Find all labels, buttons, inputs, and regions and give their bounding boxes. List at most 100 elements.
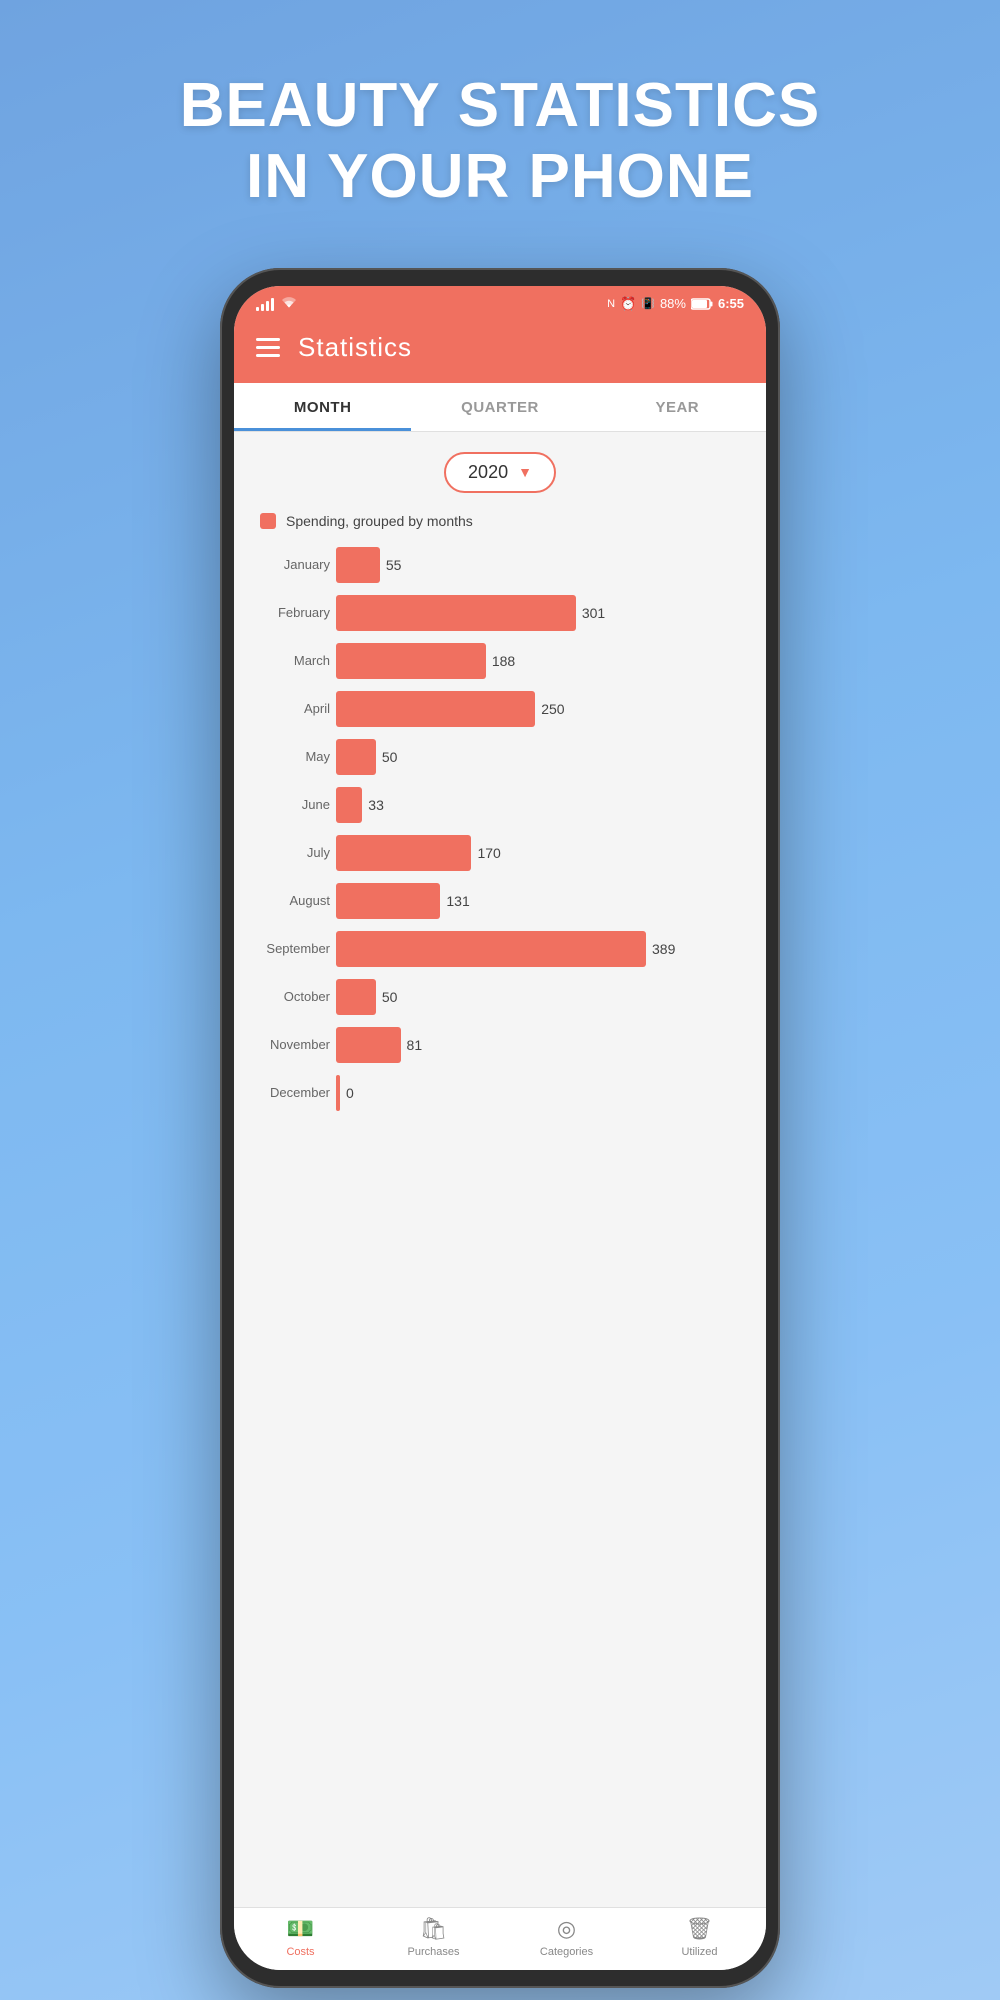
app-title: Statistics <box>298 332 412 363</box>
bar-value: 0 <box>346 1085 354 1101</box>
bar-container: 131 <box>336 883 750 919</box>
bar-fill <box>336 787 362 823</box>
nav-item-purchases[interactable]: 🛍 Purchases <box>367 1916 500 1958</box>
bar-row: March 188 <box>250 643 750 679</box>
hero-title: BEAUTY STATISTICS IN YOUR PHONE <box>180 70 820 213</box>
battery-percent: 88% <box>660 296 686 311</box>
status-left <box>256 297 298 311</box>
menu-button[interactable] <box>256 338 280 357</box>
bar-value: 188 <box>492 653 515 669</box>
bar-fill <box>336 643 486 679</box>
bar-value: 55 <box>386 557 402 573</box>
nav-item-costs[interactable]: 💵 Costs <box>234 1916 367 1958</box>
vibrate-icon: 📳 <box>641 297 655 310</box>
bar-row: February 301 <box>250 595 750 631</box>
bar-fill <box>336 595 576 631</box>
bar-label-july: July <box>250 845 330 860</box>
bar-container: 50 <box>336 739 750 775</box>
year-selector[interactable]: 2020 ▼ <box>444 452 556 493</box>
bar-value: 81 <box>407 1037 423 1053</box>
bar-fill <box>336 739 376 775</box>
status-right: N ⏰ 📳 88% 6:55 <box>607 296 744 312</box>
tab-month[interactable]: MONTH <box>234 383 411 431</box>
wifi-icon <box>280 297 298 310</box>
nav-icon-categories: ◎ <box>557 1916 576 1942</box>
bar-fill <box>336 883 440 919</box>
bar-row: September 389 <box>250 931 750 967</box>
bar-fill <box>336 547 380 583</box>
nav-label-utilized: Utilized <box>681 1946 717 1958</box>
bar-container: 170 <box>336 835 750 871</box>
nav-icon-purchases: 🛍 <box>420 1916 448 1942</box>
bar-chart: January 55 February 301 March 188 April … <box>250 547 750 1111</box>
chart-area: 2020 ▼ Spending, grouped by months Janua… <box>234 432 766 1907</box>
bar-value: 50 <box>382 989 398 1005</box>
time-display: 6:55 <box>718 296 744 311</box>
tabs-bar: MONTH QUARTER YEAR <box>234 383 766 432</box>
tab-quarter[interactable]: QUARTER <box>411 383 588 431</box>
bar-label-march: March <box>250 653 330 668</box>
bar-label-january: January <box>250 557 330 572</box>
bar-fill <box>336 1027 401 1063</box>
bar-container: 0 <box>336 1075 750 1111</box>
bar-label-september: September <box>250 941 330 956</box>
bar-row: January 55 <box>250 547 750 583</box>
bar-value: 250 <box>541 701 564 717</box>
status-bar: N ⏰ 📳 88% 6:55 <box>234 286 766 318</box>
bottom-nav: 💵 Costs 🛍 Purchases ◎ Categories 🗑 Utili… <box>234 1907 766 1970</box>
bar-fill <box>336 1075 340 1111</box>
bar-value: 170 <box>477 845 500 861</box>
bar-label-november: November <box>250 1037 330 1052</box>
bar-container: 301 <box>336 595 750 631</box>
bar-container: 33 <box>336 787 750 823</box>
bar-container: 55 <box>336 547 750 583</box>
bar-value: 50 <box>382 749 398 765</box>
bar-label-april: April <box>250 701 330 716</box>
year-selector-wrap: 2020 ▼ <box>250 452 750 493</box>
bar-fill <box>336 835 471 871</box>
alarm-icon: ⏰ <box>620 296 636 312</box>
bar-fill <box>336 931 646 967</box>
bar-label-june: June <box>250 797 330 812</box>
nav-icon-costs: 💵 <box>287 1916 314 1942</box>
bar-container: 389 <box>336 931 750 967</box>
nav-label-purchases: Purchases <box>408 1946 460 1958</box>
bar-container: 50 <box>336 979 750 1015</box>
bar-container: 188 <box>336 643 750 679</box>
nav-item-utilized[interactable]: 🗑 Utilized <box>633 1916 766 1958</box>
bar-row: October 50 <box>250 979 750 1015</box>
bar-value: 301 <box>582 605 605 621</box>
bar-row: May 50 <box>250 739 750 775</box>
signal-icon <box>256 297 274 311</box>
phone-device: N ⏰ 📳 88% 6:55 <box>220 268 780 1988</box>
bar-row: December 0 <box>250 1075 750 1111</box>
bar-label-august: August <box>250 893 330 908</box>
bar-value: 33 <box>368 797 384 813</box>
bar-label-may: May <box>250 749 330 764</box>
bar-row: April 250 <box>250 691 750 727</box>
bar-row: August 131 <box>250 883 750 919</box>
bar-value: 131 <box>446 893 469 909</box>
bar-row: November 81 <box>250 1027 750 1063</box>
dropdown-arrow-icon: ▼ <box>518 464 532 480</box>
legend-color-swatch <box>260 513 276 529</box>
bar-row: July 170 <box>250 835 750 871</box>
nfc-icon: N <box>607 298 615 310</box>
battery-icon <box>691 298 713 310</box>
bar-row: June 33 <box>250 787 750 823</box>
bar-label-february: February <box>250 605 330 620</box>
tab-year[interactable]: YEAR <box>589 383 766 431</box>
bar-fill <box>336 691 535 727</box>
nav-label-costs: Costs <box>286 1946 314 1958</box>
chart-legend: Spending, grouped by months <box>250 513 750 529</box>
app-header: Statistics <box>234 318 766 383</box>
bar-label-december: December <box>250 1085 330 1100</box>
bar-container: 250 <box>336 691 750 727</box>
phone-screen: N ⏰ 📳 88% 6:55 <box>234 286 766 1970</box>
bar-value: 389 <box>652 941 675 957</box>
nav-item-categories[interactable]: ◎ Categories <box>500 1916 633 1958</box>
nav-label-categories: Categories <box>540 1946 593 1958</box>
bar-container: 81 <box>336 1027 750 1063</box>
year-value: 2020 <box>468 462 508 483</box>
bar-fill <box>336 979 376 1015</box>
